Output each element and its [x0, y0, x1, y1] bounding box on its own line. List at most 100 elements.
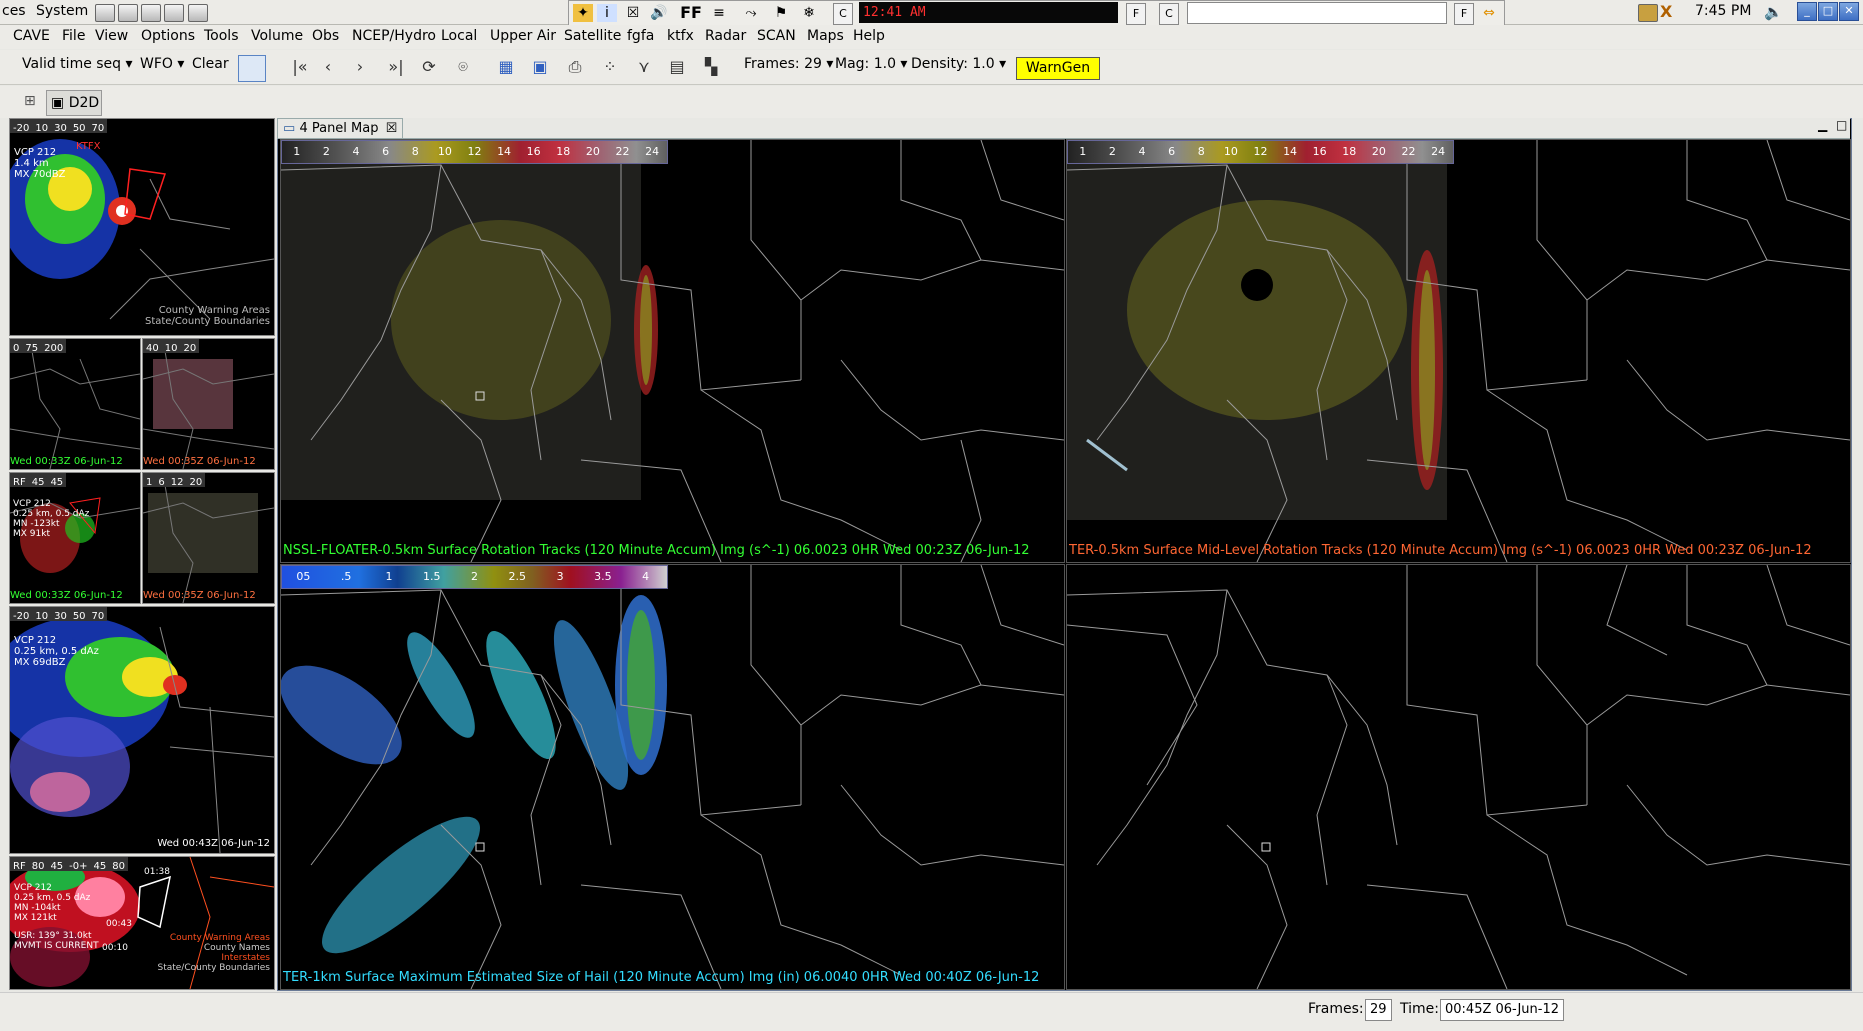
- menu-ncep-hydro[interactable]: NCEP/Hydro: [352, 28, 436, 44]
- close-alert-icon[interactable]: ☒: [623, 4, 643, 22]
- cbar-label: 2.5: [508, 570, 527, 583]
- single-panel-icon[interactable]: ▤: [667, 57, 687, 77]
- info-icon[interactable]: i: [597, 4, 617, 22]
- editor-tab[interactable]: ▭ 4 Panel Map ☒: [277, 118, 403, 139]
- close-window-icon[interactable]: ✕: [1839, 2, 1859, 21]
- list-icon[interactable]: ≡: [709, 4, 729, 22]
- last-frame-icon[interactable]: »|: [386, 57, 406, 77]
- thumbnail-map-image: [143, 339, 274, 469]
- minimize-window-icon[interactable]: _: [1797, 2, 1817, 21]
- clear-button-c[interactable]: C: [833, 3, 853, 25]
- volume-icon[interactable]: 🔈: [1764, 3, 1783, 21]
- menu-local[interactable]: Local: [441, 28, 477, 44]
- menu-scan[interactable]: SCAN: [757, 28, 796, 44]
- menu-cave[interactable]: CAVE: [13, 28, 50, 44]
- system-menu[interactable]: System: [36, 3, 88, 19]
- x-tray-icon[interactable]: X: [1660, 2, 1672, 21]
- clock[interactable]: 7:45 PM: [1695, 3, 1751, 19]
- menu-help[interactable]: Help: [853, 28, 885, 44]
- menu-view[interactable]: View: [95, 28, 128, 44]
- editor-launcher-icon[interactable]: [141, 4, 161, 22]
- loop-icon[interactable]: ⟳: [419, 57, 439, 77]
- frames-dropdown[interactable]: Frames: 29 ▾: [744, 56, 833, 72]
- cbar-label: 10: [437, 145, 452, 158]
- points-icon[interactable]: ⁘: [600, 57, 620, 77]
- alert-text-input[interactable]: [1187, 2, 1447, 24]
- expand-arrows-icon[interactable]: ⇔: [1479, 4, 1499, 22]
- menu-satellite[interactable]: Satellite: [564, 28, 621, 44]
- menu-ktfx[interactable]: ktfx: [667, 28, 694, 44]
- thumbnail-velocity[interactable]: 0 75 200 Wed 00:33Z 06-Jun-12: [9, 338, 141, 470]
- wind-icon[interactable]: ⤳: [741, 4, 761, 22]
- speaker-icon[interactable]: 🔊: [649, 4, 669, 22]
- thumbnail-reflectivity[interactable]: -20 10 30 50 70 VCP 212 1.4 km MX 70dBZ KTFX…: [9, 118, 275, 336]
- cbar-label: 80: [112, 861, 125, 872]
- maximize-view-icon[interactable]: □: [1836, 118, 1847, 132]
- menu-maps[interactable]: Maps: [807, 28, 844, 44]
- thumbnail-rotation[interactable]: 1 6 12 20 Wed 00:35Z 06-Jun-12: [142, 472, 275, 604]
- package-updater-icon[interactable]: [1638, 4, 1658, 22]
- clear-button-c2[interactable]: C: [1159, 3, 1179, 25]
- hail-size-map-image: [281, 565, 1064, 989]
- menu-file[interactable]: File: [62, 28, 85, 44]
- cbar-label: RF: [13, 477, 26, 488]
- thumbnail-hail[interactable]: 40 10 20 Wed 00:35Z 06-Jun-12: [142, 338, 275, 470]
- menu-tools[interactable]: Tools: [204, 28, 239, 44]
- density-dropdown[interactable]: Density: 1.0 ▾: [911, 56, 1006, 72]
- panel-bottom-left[interactable]: 05 .5 1 1.5 2 2.5 3 3.5 4 TER-1km Surface Maximu…: [280, 564, 1065, 990]
- time-sequence-dropdown[interactable]: Valid time seq ▾: [22, 56, 133, 72]
- cbar-label: 1: [146, 477, 153, 488]
- panel-top-left[interactable]: 1 2 4 6 8 10 12 14 16 18 20 22 24 NSSL-FLOATER-0.5km…: [280, 139, 1065, 563]
- cbar-label: 45: [93, 861, 107, 872]
- thumbnail-srm[interactable]: RF 45 45 VCP 212 0.25 km, 0.5 dAz MN -123k…: [9, 472, 141, 604]
- panel-legend[interactable]: NSSL-FLOATER-0.5km Surface Rotation Trac…: [283, 543, 1030, 558]
- loop-properties-icon[interactable]: ⌾: [453, 57, 473, 77]
- clear-button[interactable]: Clear: [192, 56, 229, 72]
- step-forward-icon[interactable]: ›: [350, 57, 370, 77]
- print-icon[interactable]: ⎙: [565, 57, 585, 77]
- minimize-view-icon[interactable]: ▁: [1818, 118, 1827, 132]
- first-frame-icon[interactable]: |«: [290, 57, 310, 77]
- menu-volume[interactable]: Volume: [251, 28, 303, 44]
- thumbnail-reflectivity-2[interactable]: -20 10 30 50 70 VCP 212 0.25 km, 0.5 dAz MX …: [9, 606, 275, 854]
- radar-info-line: MN -123kt: [13, 519, 60, 529]
- panel-top-right[interactable]: 1 2 4 6 8 10 12 14 16 18 20 22 24 TER-0.5km Surface …: [1066, 139, 1851, 563]
- baselines-icon[interactable]: ⋎: [634, 57, 654, 77]
- swap-panes-icon[interactable]: ▣: [530, 57, 550, 77]
- format-button-f1[interactable]: F: [1126, 3, 1146, 25]
- network-launcher-icon[interactable]: [188, 4, 208, 22]
- panel-legend[interactable]: TER-1km Surface Maximum Estimated Size o…: [283, 970, 1039, 985]
- four-panel-icon[interactable]: ▚: [701, 57, 721, 77]
- step-back-icon[interactable]: ‹: [318, 57, 338, 77]
- wfo-dropdown[interactable]: WFO ▾: [140, 56, 184, 72]
- files-launcher-icon[interactable]: [164, 4, 184, 22]
- d2d-icon: ▣: [51, 95, 65, 111]
- applications-menu[interactable]: ces: [2, 3, 26, 19]
- snowflake-icon[interactable]: ❄: [799, 4, 819, 22]
- menu-obs[interactable]: Obs: [312, 28, 339, 44]
- panel-bottom-right[interactable]: [1066, 564, 1851, 990]
- close-tab-icon[interactable]: ☒: [383, 121, 398, 136]
- ff-icon[interactable]: FF: [677, 4, 705, 22]
- maximize-window-icon[interactable]: □: [1818, 2, 1838, 21]
- d2d-perspective-button[interactable]: ▣ D2D: [46, 90, 102, 116]
- open-perspective-icon[interactable]: ⊞: [24, 93, 36, 109]
- panel-legend[interactable]: TER-0.5km Surface Mid-Level Rotation Tra…: [1069, 543, 1812, 558]
- hail-colorbar: 05 .5 1 1.5 2 2.5 3 3.5 4: [281, 565, 668, 589]
- image-combination-icon[interactable]: ▦: [496, 57, 516, 77]
- menu-fgfa[interactable]: fgfa: [627, 28, 654, 44]
- flag-icon[interactable]: ⚑: [771, 4, 791, 22]
- menu-options[interactable]: Options: [141, 28, 195, 44]
- thumbnail-storm-relative-velocity[interactable]: RF 80 45 -0+ 45 80 VCP 212 0.25 km, 0.5 dAz M…: [9, 856, 275, 990]
- magnification-dropdown[interactable]: Mag: 1.0 ▾: [835, 56, 907, 72]
- format-button-f2[interactable]: F: [1454, 3, 1474, 25]
- wfo-label: WFO: [140, 56, 173, 72]
- reflectivity-colorbar: -20 10 30 50 70: [10, 607, 108, 622]
- menu-upper-air[interactable]: Upper Air: [490, 28, 556, 44]
- warngen-button[interactable]: WarnGen: [1016, 57, 1100, 80]
- terminal-launcher-icon[interactable]: [118, 4, 138, 22]
- menu-radar[interactable]: Radar: [705, 28, 746, 44]
- fullscreen-toggle-icon[interactable]: [238, 55, 266, 82]
- alarm-icon[interactable]: ✦: [573, 4, 593, 22]
- browser-launcher-icon[interactable]: [95, 4, 115, 22]
